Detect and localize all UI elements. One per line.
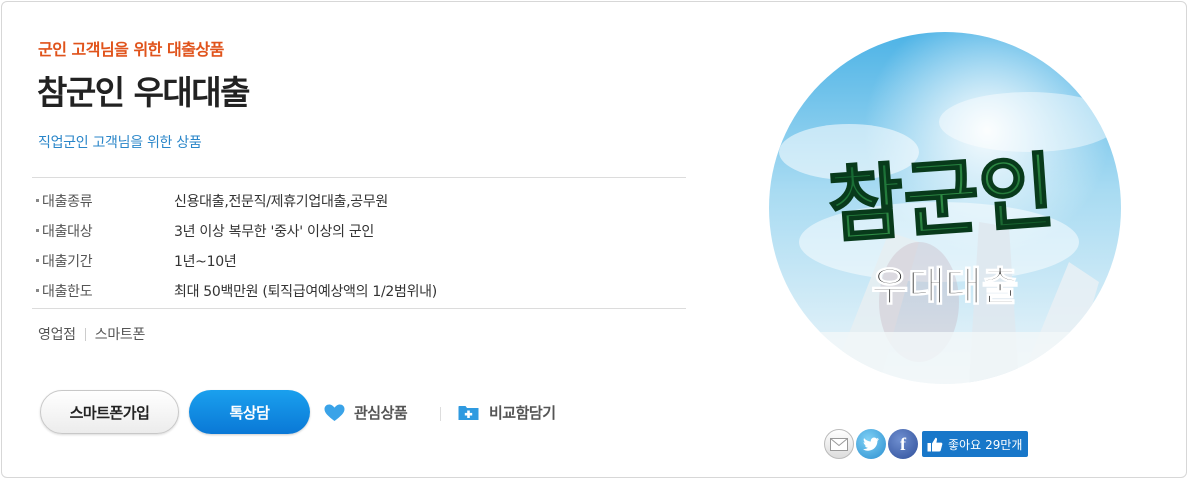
product-hero-image: 참군인 우대대출 [769,32,1121,384]
channel-smartphone: 스마트폰 [94,327,146,343]
thumbs-up-icon [927,437,943,451]
share-facebook-button[interactable]: f [888,429,918,459]
talk-consult-button[interactable]: 톡상담 [189,390,310,434]
info-value: 신용대출,전문직/제휴기업대출,공무원 [174,194,388,210]
info-row-loan-type: 대출종류 신용대출,전문직/제휴기업대출,공무원 [32,186,686,216]
info-label: 대출종류 [32,191,174,211]
share-twitter-button[interactable] [856,429,886,459]
divider-top [32,177,686,178]
info-row-loan-limit: 대출한도 최대 50백만원 (퇴직급여예상액의 1/2범위내) [32,276,686,306]
share-mail-button[interactable] [824,429,854,459]
folder-plus-icon [458,406,479,420]
add-compare-link[interactable]: 비교함담기 [458,402,556,423]
twitter-icon [863,437,879,451]
info-value: 3년 이상 복무한 '중사' 이상의 군인 [174,224,374,240]
info-row-loan-period: 대출기간 1년~10년 [32,246,686,276]
product-card: 군인 고객님을 위한 대출상품 참군인 우대대출 직업군인 고객님을 위한 상품… [1,1,1187,478]
channel-branch: 영업점 [38,327,76,343]
page-title: 참군인 우대대출 [37,73,251,112]
facebook-icon: f [900,433,906,454]
favorite-label: 관심상품 [354,404,408,422]
hero-title-line2: 우대대출 [871,264,1018,310]
like-count: 29만개 [985,437,1023,452]
facebook-like-button[interactable]: 좋아요 29만개 [922,431,1029,457]
favorite-product-link[interactable]: 관심상품 [324,402,408,423]
action-separator [440,407,441,421]
heart-icon [324,404,345,421]
mail-icon [830,437,848,451]
channel-list: 영업점 스마트폰 [38,324,145,344]
compare-label: 비교함담기 [489,404,556,422]
info-row-loan-target: 대출대상 3년 이상 복무한 '중사' 이상의 군인 [32,216,686,246]
share-bar: f 좋아요 29만개 [824,429,1029,459]
info-value: 1년~10년 [174,254,237,270]
product-info-list: 대출종류 신용대출,전문직/제휴기업대출,공무원 대출대상 3년 이상 복무한 … [32,186,686,306]
smartphone-join-button[interactable]: 스마트폰가입 [40,390,179,434]
like-label: 좋아요 [948,437,982,452]
channel-separator [84,327,86,341]
hero-title-line1: 참군인 [825,144,1057,255]
divider-bottom [32,308,686,309]
info-label: 대출기간 [32,251,174,271]
info-label: 대출한도 [32,281,174,301]
info-value: 최대 50백만원 (퇴직급여예상액의 1/2범위내) [174,284,437,300]
product-eyebrow: 군인 고객님을 위한 대출상품 [38,40,224,59]
product-subtitle: 직업군인 고객님을 위한 상품 [38,135,202,151]
info-label: 대출대상 [32,221,174,241]
